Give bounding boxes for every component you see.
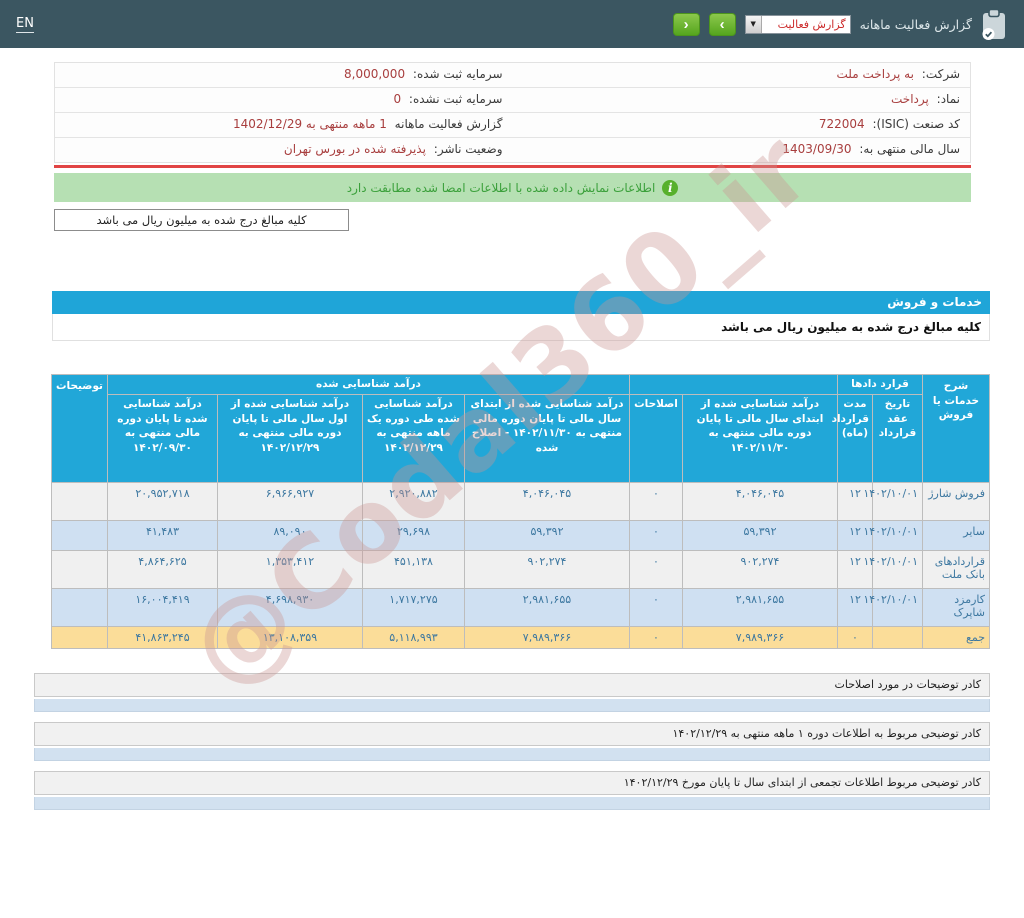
- comment-bar: کادر توضیحات در مورد اصلاحات: [34, 673, 990, 697]
- report-period-field: گزارش فعالیت ماهانه 1 ماهه منتهی به 1402…: [55, 113, 513, 137]
- comment-bar: کادر توضیحی مربوط به اطلاعات دوره ۱ ماهه…: [34, 722, 990, 746]
- table-row-charge-sales: فروش شارژ ۱۴۰۲/۱۰/۰۱ ۱۲ ۴,۰۴۶,۰۴۵ ۰ ۴,۰۴…: [51, 483, 989, 521]
- symbol-field: نماد: پرداخت: [513, 88, 971, 112]
- company-field: شرکت: به پرداخت ملت: [513, 63, 971, 87]
- table-row-shaparak-fee: کارمزد شاپرک ۱۴۰۲/۱۰/۰۱ ۱۲ ۲,۹۸۱,۶۵۵ ۰ ۲…: [51, 589, 989, 627]
- registered-capital-field: سرمایه ثبت شده: 8,000,000: [55, 63, 513, 87]
- company-info-table: شرکت: به پرداخت ملت سرمایه ثبت شده: 8,00…: [54, 62, 971, 163]
- comment-input-strip: [34, 748, 990, 761]
- comment-input-strip: [34, 699, 990, 712]
- col-header-rev-month: درآمد شناسایی شده طی دوره یک ماهه منتهی …: [362, 395, 464, 483]
- table-row-mellat-bank-contracts: قراردادهای بانک ملت ۱۴۰۲/۱۰/۰۱ ۱۲ ۹۰۲,۲۷…: [51, 551, 989, 589]
- comment-group-cumulative: کادر توضیحی مربوط اطلاعات تجمعی از ابتدا…: [34, 771, 990, 810]
- col-header-rev-ytd: درآمد شناسایی شده از اول سال مالی تا پای…: [217, 395, 362, 483]
- col-header-rev-prev-year: درآمد شناسایی شده تا پایان دوره مالی منت…: [107, 395, 217, 483]
- comment-bar: کادر توضیحی مربوط اطلاعات تجمعی از ابتدا…: [34, 771, 990, 795]
- info-row: شرکت: به پرداخت ملت سرمایه ثبت شده: 8,00…: [55, 63, 970, 88]
- group-header-empty: [629, 375, 837, 395]
- col-header-adjustments: اصلاحات: [629, 395, 682, 483]
- previous-report-button[interactable]: ‹: [673, 13, 700, 36]
- col-header-notes: توضیحات: [51, 375, 107, 483]
- unregistered-capital-field: سرمایه ثبت نشده: 0: [55, 88, 513, 112]
- col-header-rev-adjusted: درآمد شناسایی شده از ابتدای سال مالی تا …: [464, 395, 629, 483]
- group-header-recognized-revenue: درآمد شناسایی شده: [107, 375, 629, 395]
- revenue-table: شرح خدمات یا فروش قرارد دادها درآمد شناس…: [51, 374, 990, 649]
- topbar: EN گزارش فعالیت ماهانه گزارش فعالیت ▼ › …: [0, 0, 1024, 48]
- col-header-contract-months: مدت قرارداد (ماه): [837, 395, 872, 483]
- fiscal-year-end-field: سال مالی منتهی به: 1403/09/30: [513, 138, 971, 162]
- services-sales-section: خدمات و فروش کلیه مبالغ درج شده به میلیو…: [52, 291, 990, 341]
- signature-match-banner: i اطلاعات نمایش داده شده با اطلاعات امضا…: [54, 173, 971, 202]
- table-row-total: جمع ۰ ۷,۹۸۹,۳۶۶ ۰ ۷,۹۸۹,۳۶۶ ۵,۱۱۸,۹۹۳ ۱۳…: [51, 627, 989, 649]
- info-row: نماد: پرداخت سرمایه ثبت نشده: 0: [55, 88, 970, 113]
- col-header-rev-to-1402-11-30: درآمد شناسایی شده از ابتدای سال مالی تا …: [682, 395, 837, 483]
- col-header-description: شرح خدمات یا فروش: [923, 375, 990, 483]
- group-header-contracts: قرارد دادها: [837, 375, 922, 395]
- issuer-status-field: وضعیت ناشر: پذیرفته شده در بورس تهران: [55, 138, 513, 162]
- signature-match-text: اطلاعات نمایش داده شده با اطلاعات امضا ش…: [347, 181, 656, 195]
- col-header-contract-date: تاریخ عقد قرارداد: [873, 395, 923, 483]
- isic-code-field: کد صنعت (ISIC): 722004: [513, 113, 971, 137]
- language-switch-en[interactable]: EN: [16, 16, 34, 33]
- info-row: کد صنعت (ISIC): 722004 گزارش فعالیت ماها…: [55, 113, 970, 138]
- table-row-other: سایر ۱۴۰۲/۱۰/۰۱ ۱۲ ۵۹,۳۹۲ ۰ ۵۹,۳۹۲ ۲۹,۶۹…: [51, 521, 989, 551]
- clipboard-check-icon[interactable]: [981, 8, 1008, 41]
- red-divider: [54, 165, 971, 168]
- footer-comment-boxes: کادر توضیحات در مورد اصلاحات کادر توضیحی…: [34, 673, 990, 810]
- chevron-down-icon: ▼: [746, 16, 762, 33]
- page-title: گزارش فعالیت ماهانه: [860, 17, 972, 32]
- report-type-selected-value: گزارش فعالیت: [774, 18, 850, 31]
- section-unit-note: کلیه مبالغ درج شده به میلیون ریال می باش…: [52, 314, 990, 341]
- revenue-table-wrapper: شرح خدمات یا فروش قرارد دادها درآمد شناس…: [52, 374, 990, 649]
- unit-note-box: کلیه مبالغ درج شده به میلیون ریال می باش…: [54, 209, 349, 231]
- next-report-button[interactable]: ›: [709, 13, 736, 36]
- info-icon: i: [662, 180, 678, 196]
- section-header: خدمات و فروش: [52, 291, 990, 314]
- comment-group-monthly: کادر توضیحی مربوط به اطلاعات دوره ۱ ماهه…: [34, 722, 990, 761]
- info-row: سال مالی منتهی به: 1403/09/30 وضعیت ناشر…: [55, 138, 970, 162]
- topbar-controls: گزارش فعالیت ماهانه گزارش فعالیت ▼ › ‹: [673, 8, 1008, 41]
- unit-note-wrapper: کلیه مبالغ درج شده به میلیون ریال می باش…: [54, 209, 971, 231]
- report-type-select[interactable]: گزارش فعالیت ▼: [745, 15, 851, 34]
- comment-group-adjustments: کادر توضیحات در مورد اصلاحات: [34, 673, 990, 712]
